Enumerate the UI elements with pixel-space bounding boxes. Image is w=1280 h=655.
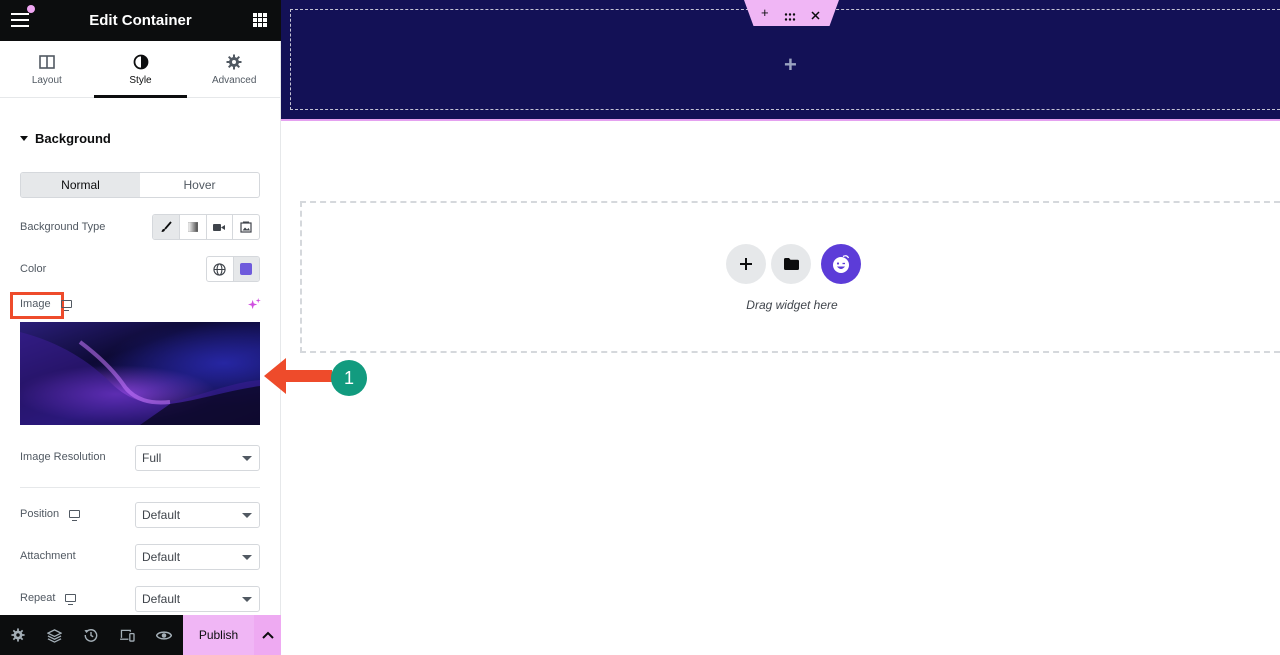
- background-type-control: [152, 214, 260, 240]
- tab-layout[interactable]: Layout: [0, 41, 94, 97]
- panel-header: Edit Container: [0, 0, 281, 41]
- publish-button[interactable]: Publish: [183, 615, 254, 655]
- repeat-label-row: Repeat: [20, 592, 77, 605]
- add-element-icon[interactable]: +: [784, 52, 797, 78]
- background-image-preview[interactable]: [20, 322, 260, 425]
- drag-handle-icon[interactable]: [784, 9, 796, 24]
- step-badge: 1: [331, 360, 367, 396]
- color-swatch: [240, 263, 253, 275]
- editor-panel: Edit Container Layout Style Advanced Bac…: [0, 0, 281, 655]
- publish-options-button[interactable]: [254, 615, 281, 655]
- tab-label: Layout: [31, 75, 62, 86]
- tab-style[interactable]: Style: [93, 41, 188, 98]
- wave-image: [20, 332, 260, 425]
- plus-icon: [740, 258, 752, 270]
- position-label: Position: [20, 508, 60, 520]
- drop-zone-text: Drag widget here: [746, 298, 838, 312]
- attachment-label: Attachment: [20, 550, 76, 562]
- divider: [20, 487, 260, 488]
- slideshow-icon[interactable]: [232, 215, 259, 239]
- widgets-grid-button[interactable]: [253, 13, 267, 27]
- chevron-up-icon: [261, 631, 274, 639]
- image-label-row: Image: [20, 298, 72, 311]
- annotation-arrow-icon: [264, 358, 332, 394]
- desktop-icon[interactable]: [65, 594, 77, 605]
- add-section-button[interactable]: [726, 244, 766, 284]
- navigator-button[interactable]: [37, 615, 74, 655]
- panel-tabs: Layout Style Advanced: [0, 41, 281, 98]
- globe-icon: [213, 262, 226, 276]
- panel-footer: Publish: [0, 615, 281, 655]
- delete-container-icon[interactable]: [811, 8, 820, 23]
- classic-brush-icon[interactable]: [153, 215, 179, 239]
- state-hover-tab[interactable]: Hover: [140, 173, 259, 197]
- smiley-icon: [833, 255, 850, 273]
- history-icon: [84, 629, 98, 642]
- preview-button[interactable]: [146, 615, 183, 655]
- folder-icon: [783, 258, 799, 270]
- layout-icon: [0, 53, 94, 71]
- gear-icon: [187, 53, 281, 71]
- repeat-label: Repeat: [20, 592, 56, 604]
- caret-down-icon: [20, 136, 28, 141]
- position-select[interactable]: Default: [135, 502, 260, 528]
- container-handle: +: [744, 0, 839, 26]
- desktop-icon[interactable]: [69, 510, 81, 521]
- preview-icon: [156, 630, 173, 640]
- add-template-button[interactable]: [771, 244, 811, 284]
- ai-assistant-button[interactable]: [821, 244, 861, 284]
- add-container-icon[interactable]: +: [761, 5, 769, 20]
- tab-label: Advanced: [211, 75, 257, 86]
- widget-drop-zone[interactable]: Drag widget here: [300, 201, 1280, 353]
- color-picker-button[interactable]: [232, 257, 259, 281]
- state-normal-tab[interactable]: Normal: [21, 173, 140, 197]
- panel-title: Edit Container: [89, 12, 192, 29]
- section-title: Background: [35, 131, 111, 146]
- video-icon[interactable]: [205, 215, 233, 239]
- editor-canvas: + + Drag widget here: [281, 0, 1280, 655]
- history-button[interactable]: [73, 615, 110, 655]
- background-section-toggle[interactable]: Background: [20, 131, 111, 146]
- tab-label: Style: [129, 75, 152, 86]
- repeat-select[interactable]: Default: [135, 586, 260, 612]
- hero-container[interactable]: + +: [281, 0, 1280, 121]
- settings-button[interactable]: [0, 615, 37, 655]
- responsive-icon: [120, 629, 135, 642]
- background-type-label: Background Type: [20, 221, 106, 233]
- layers-icon: [47, 628, 63, 643]
- gradient-icon[interactable]: [178, 215, 206, 239]
- contrast-icon: [94, 53, 188, 71]
- color-control: [206, 256, 260, 282]
- image-resolution-label: Image Resolution: [20, 451, 106, 463]
- state-switch: Normal Hover: [20, 172, 260, 198]
- image-label: Image: [20, 298, 51, 310]
- image-resolution-select[interactable]: Full: [135, 445, 260, 471]
- settings-icon: [11, 628, 25, 642]
- tab-advanced[interactable]: Advanced: [187, 41, 281, 97]
- ai-sparkle-icon[interactable]: [248, 298, 261, 316]
- position-label-row: Position: [20, 508, 81, 521]
- attachment-select[interactable]: Default: [135, 544, 260, 570]
- color-label: Color: [20, 263, 47, 275]
- responsive-mode-button[interactable]: [110, 615, 147, 655]
- desktop-icon[interactable]: [60, 300, 72, 311]
- global-colors-button[interactable]: [207, 257, 233, 281]
